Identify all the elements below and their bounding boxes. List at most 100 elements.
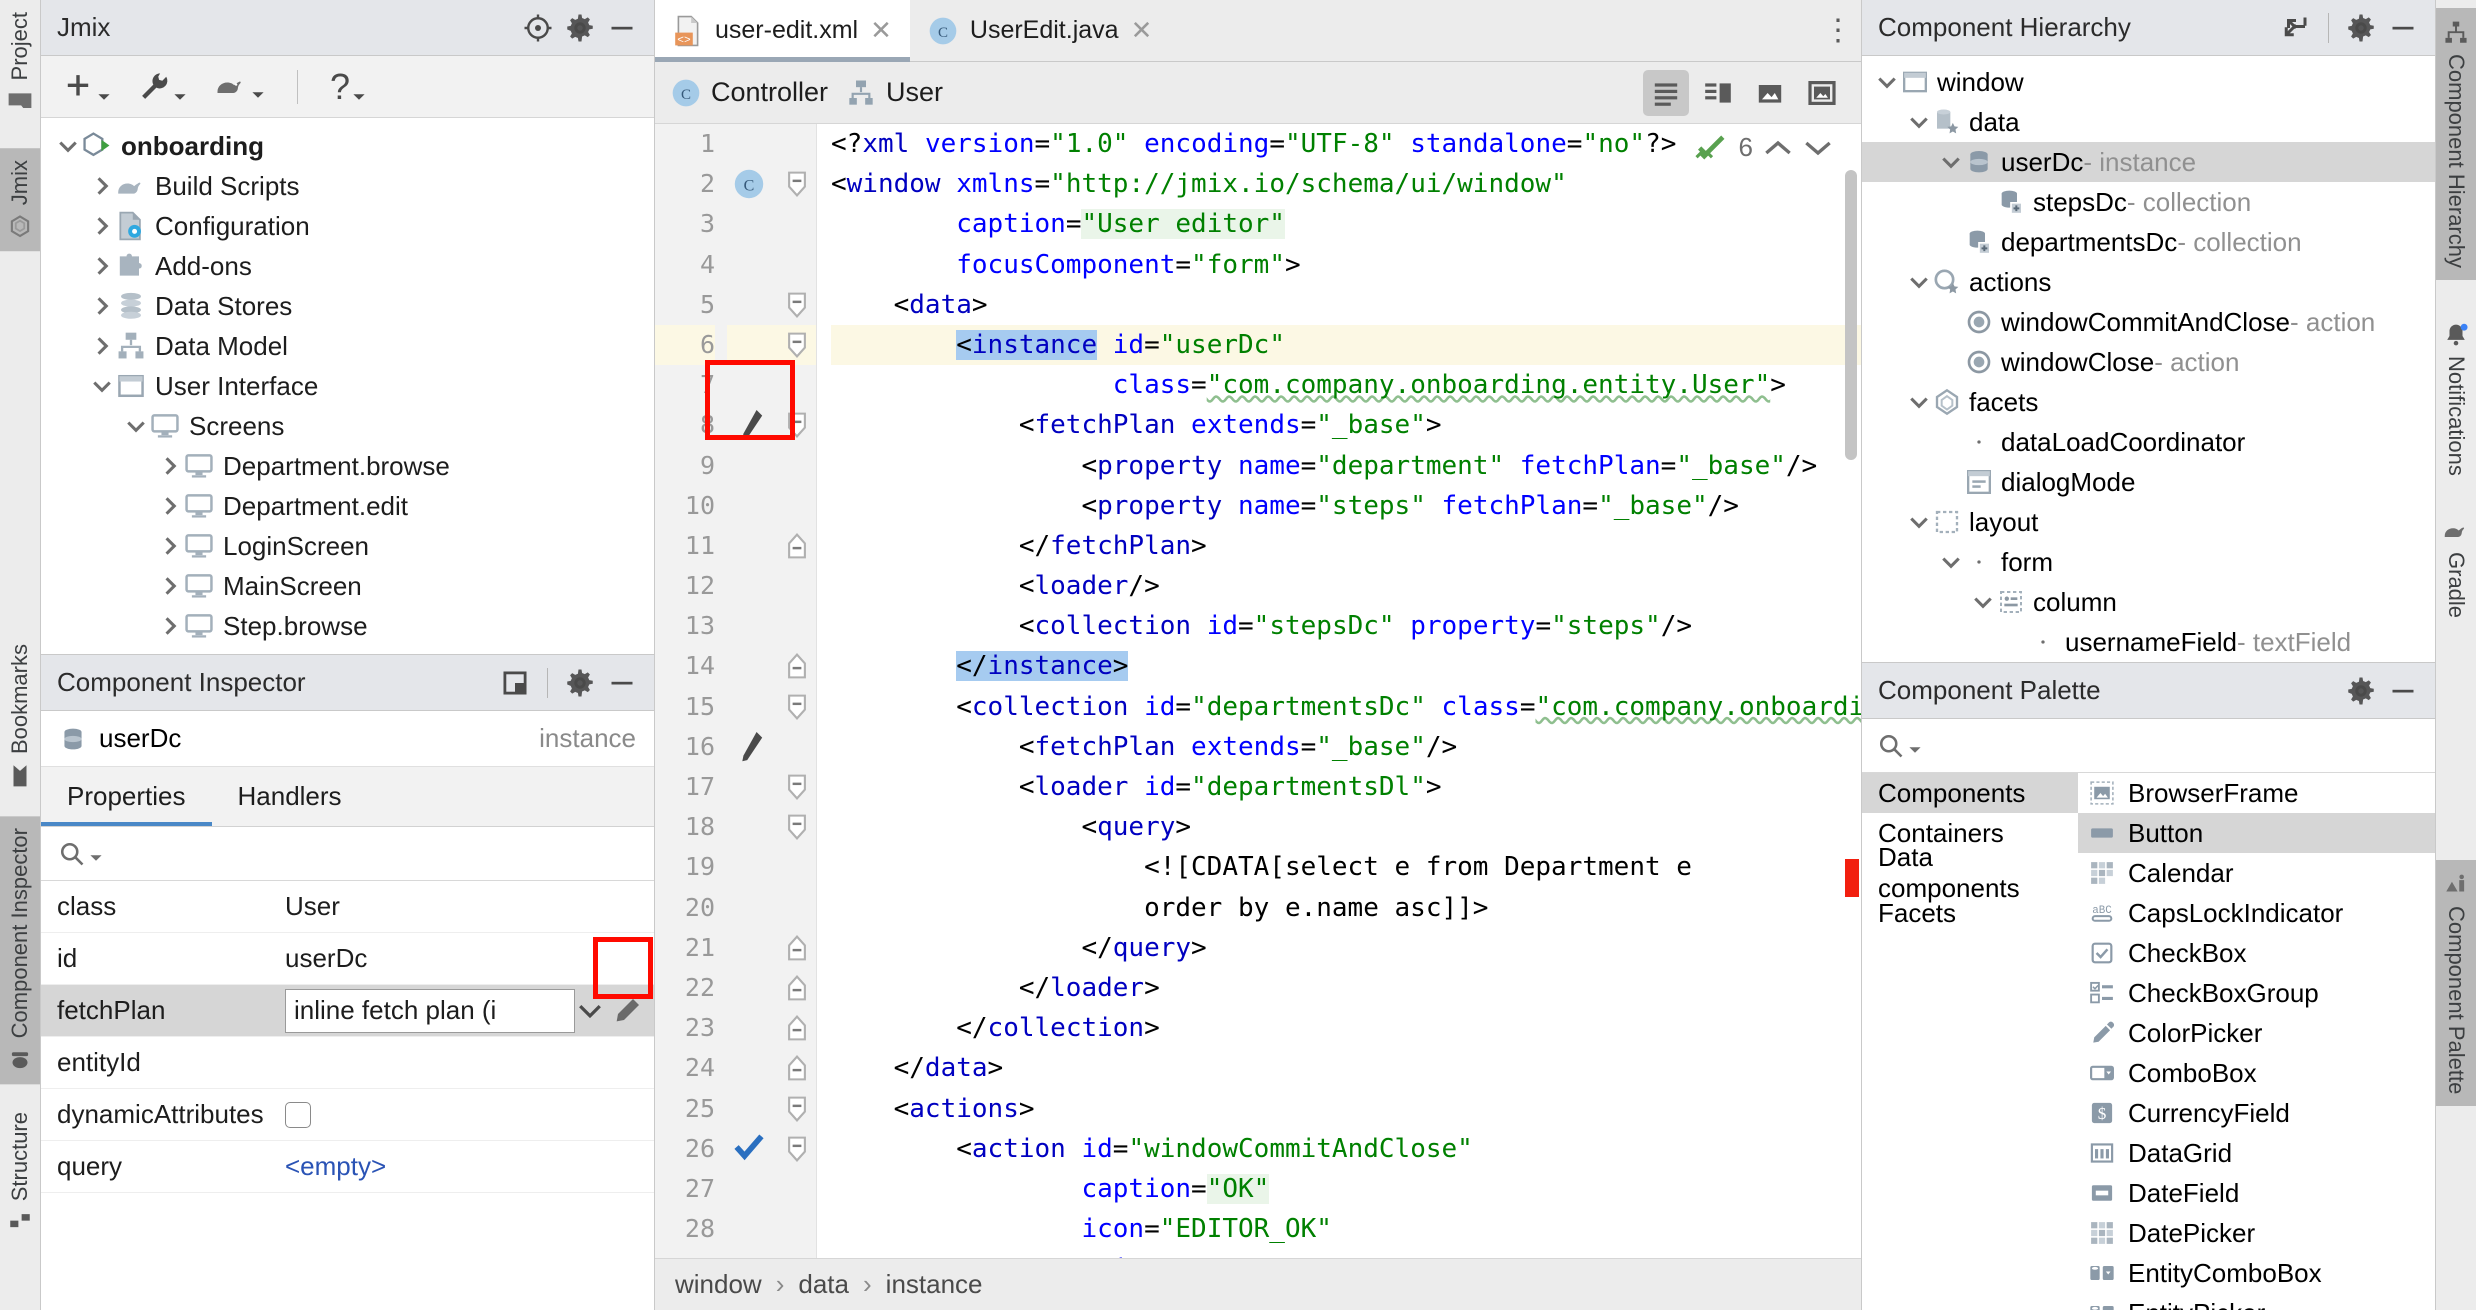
gear-icon[interactable] [564, 667, 596, 699]
code-line[interactable]: </collection> [831, 1008, 1861, 1048]
chevron-right-icon[interactable] [157, 573, 183, 599]
fold-toggle[interactable] [779, 324, 816, 366]
tool-button-component-hierarchy[interactable]: Component Hierarchy [2436, 8, 2476, 280]
property-row[interactable]: query <empty> [41, 1141, 654, 1193]
tree-item-mainscreen[interactable]: MainScreen [41, 566, 654, 606]
chevron-down-icon[interactable] [55, 133, 81, 159]
code-line[interactable]: <property name="steps" fetchPlan="_base"… [831, 486, 1861, 526]
chevron-down-icon[interactable] [1970, 590, 1996, 614]
tab-handlers[interactable]: Handlers [212, 767, 368, 826]
code-line[interactable]: <data> [831, 285, 1861, 325]
code-line[interactable]: <loader id="departmentsDl"> [831, 767, 1861, 807]
tool-button-gradle[interactable]: Gradle [2434, 508, 2476, 630]
hierarchy-item-window[interactable]: window [1862, 62, 2435, 102]
entity-link[interactable]: User [846, 77, 943, 108]
tree-item-configuration[interactable]: Configuration [41, 206, 654, 246]
tree-item-user-interface[interactable]: User Interface [41, 366, 654, 406]
component-hierarchy-tree[interactable]: window data userDc - instance stepsDc - col… [1862, 56, 2435, 662]
palette-item-entitypicker[interactable]: … EntityPicker [2078, 1293, 2435, 1310]
fold-toggle[interactable] [779, 1048, 816, 1088]
tool-button-notifications[interactable]: Notifications [2436, 310, 2476, 488]
tree-item-data-stores[interactable]: Data Stores [41, 286, 654, 326]
palette-category-data-components[interactable]: Data components [1862, 842, 2078, 903]
add-button[interactable] [61, 70, 111, 104]
hierarchy-item-windowcommitandclose[interactable]: windowCommitAndClose - action [1862, 302, 2435, 342]
close-icon[interactable]: ✕ [870, 15, 892, 46]
code-line[interactable]: caption="User editor" [831, 204, 1861, 244]
tree-item-department-edit[interactable]: Department.edit [41, 486, 654, 526]
help-button[interactable]: ? [330, 68, 366, 104]
palette-item-capslockindicator[interactable]: aBC CapsLockIndicator [2078, 893, 2435, 933]
code-line[interactable]: <fetchPlan extends="_base"> [831, 405, 1861, 445]
fold-toggle[interactable] [779, 968, 816, 1008]
code-line[interactable]: caption="OK" [831, 1169, 1861, 1209]
gradle-button[interactable] [213, 72, 265, 102]
chevron-right-icon[interactable] [89, 253, 115, 279]
fetchplan-value-editor[interactable]: inline fetch plan (i [285, 988, 575, 1033]
tree-item-build-scripts[interactable]: Build Scripts [41, 166, 654, 206]
code-line[interactable]: order by e.name asc]]> [831, 888, 1861, 928]
chevron-right-icon[interactable] [89, 293, 115, 319]
chevron-down-icon[interactable] [1906, 270, 1932, 294]
code-line[interactable]: </fetchPlan> [831, 526, 1861, 566]
hierarchy-item-usernamefield[interactable]: usernameField - textField [1862, 622, 2435, 662]
code-line[interactable]: </query> [831, 928, 1861, 968]
gutter-pencil-icon[interactable] [727, 727, 779, 767]
gutter-pencil-icon[interactable] [727, 405, 779, 445]
chevron-right-icon[interactable] [157, 613, 183, 639]
code-line[interactable]: </instance> [831, 646, 1861, 686]
tree-item-department-browse[interactable]: Department.browse [41, 446, 654, 486]
tools-button[interactable] [137, 70, 187, 104]
fold-toggle[interactable] [779, 1089, 816, 1129]
gutter-checkmark-icon[interactable] [727, 1129, 779, 1169]
chevron-right-icon[interactable] [89, 333, 115, 359]
palette-item-calendar[interactable]: Calendar [2078, 853, 2435, 893]
tab-properties[interactable]: Properties [41, 767, 212, 826]
palette-category-components[interactable]: Components [1862, 773, 2078, 813]
chevron-down-icon[interactable] [1938, 550, 1964, 574]
fold-toggle[interactable] [779, 285, 816, 325]
palette-item-checkboxgroup[interactable]: CheckBoxGroup [2078, 973, 2435, 1013]
properties-table[interactable]: class User id userDc fetchPlan inline fetch p… [41, 881, 654, 1310]
chevron-down-icon[interactable] [1803, 136, 1833, 160]
collapse-all-icon[interactable] [2280, 12, 2312, 44]
fold-toggle[interactable] [779, 1008, 816, 1048]
hierarchy-item-column[interactable]: column [1862, 582, 2435, 622]
hierarchy-item-windowclose[interactable]: windowClose - action [1862, 342, 2435, 382]
code-line[interactable]: <instance id="userDc" [831, 324, 1861, 366]
property-row[interactable]: entityId [41, 1037, 654, 1089]
palette-search-input[interactable] [1862, 719, 2435, 773]
code-line[interactable]: primary="true" [831, 1249, 1861, 1258]
minimize-icon[interactable] [2387, 12, 2419, 44]
tool-button-component-palette[interactable]: Component Palette [2436, 859, 2476, 1107]
chevron-down-icon[interactable] [1906, 390, 1932, 414]
property-value[interactable]: <empty> [285, 1151, 654, 1182]
inspections-widget[interactable]: 6 [1684, 128, 1843, 167]
tree-item-step-browse[interactable]: Step.browse [41, 606, 654, 646]
split-panes-icon[interactable] [1695, 70, 1741, 116]
target-icon[interactable] [522, 12, 554, 44]
tool-button-bookmarks[interactable]: Bookmarks [0, 632, 40, 800]
property-row[interactable]: dynamicAttributes [41, 1089, 654, 1141]
palette-item-currencyfield[interactable]: $ CurrencyField [2078, 1093, 2435, 1133]
code-line[interactable]: </data> [831, 1048, 1861, 1088]
code-line[interactable]: <actions> [831, 1089, 1861, 1129]
editor-vertical-scrollbar[interactable] [1845, 170, 1857, 460]
error-stripe-marker[interactable] [1845, 859, 1859, 897]
breadcrumb-item-instance[interactable]: instance [886, 1269, 983, 1300]
hierarchy-item-actions[interactable]: actions [1862, 262, 2435, 302]
framed-image-icon[interactable] [1799, 70, 1845, 116]
tree-item-onboarding[interactable]: onboarding [41, 126, 654, 166]
fold-toggle[interactable] [779, 807, 816, 847]
hierarchy-item-data[interactable]: data [1862, 102, 2435, 142]
palette-item-button[interactable]: Button [2078, 813, 2435, 853]
gear-icon[interactable] [2345, 675, 2377, 707]
hierarchy-item-dataloadcoordinator[interactable]: dataLoadCoordinator [1862, 422, 2435, 462]
gutter-controller-badge[interactable]: C [727, 164, 779, 204]
chevron-right-icon[interactable] [157, 493, 183, 519]
gear-icon[interactable] [564, 12, 596, 44]
code-line[interactable]: <action id="windowCommitAndClose" [831, 1129, 1861, 1169]
more-options-icon[interactable]: ⋮ [1815, 0, 1861, 61]
minimize-icon[interactable] [606, 12, 638, 44]
tree-item-screens[interactable]: Screens [41, 406, 654, 446]
